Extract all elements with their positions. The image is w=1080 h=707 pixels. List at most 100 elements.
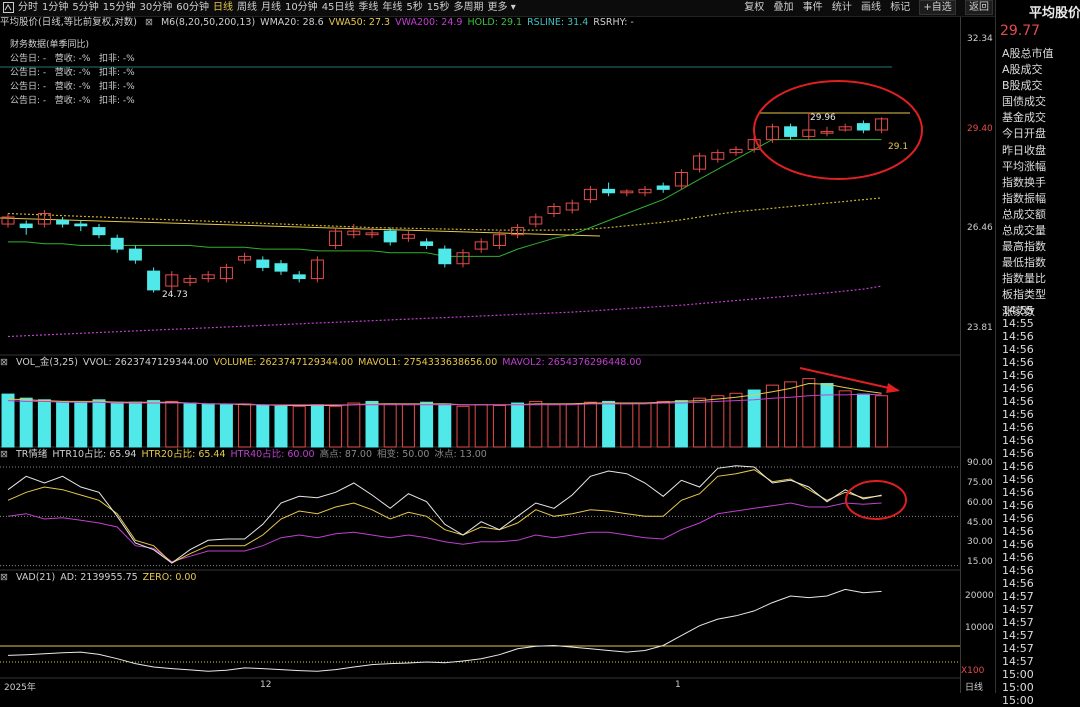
volume-bar: [438, 403, 452, 448]
indicator-value: RSRHY: -: [593, 17, 634, 28]
tick-time: 14:55: [1002, 317, 1034, 330]
volume-bar: [838, 390, 852, 448]
volume-bar: [147, 400, 161, 448]
tick-time: 14:56: [1002, 525, 1034, 538]
volume-bar: [638, 402, 652, 448]
tick-time: 14:56: [1002, 421, 1034, 434]
y-label-price: 32.34: [967, 34, 993, 44]
candle-body: [74, 223, 88, 227]
tick-time: 14:56: [1002, 408, 1034, 421]
volume-bar: [875, 395, 889, 448]
price-panel-header: 平均股价(日线,等比前复权,对数) ⊠ M6(8,20,50,200,13) WM…: [0, 17, 644, 29]
tick-times: 14:55 14:55 14:56 14:56 14:56 14:56 14:56 14:56…: [996, 304, 1080, 707]
tick-time: 14:56: [1002, 369, 1034, 382]
volume-bar: [110, 401, 124, 448]
indicator-value: 冰点: 13.00: [434, 449, 487, 460]
candle-body: [256, 259, 270, 268]
volume-bar: [656, 400, 670, 448]
x-label: 2025年: [4, 683, 36, 693]
low-label: 24.73: [162, 290, 188, 300]
candle-body: [56, 220, 70, 225]
current-price: 29.77: [1000, 23, 1041, 39]
quote-field-label: 最低指数: [1002, 256, 1046, 270]
quote-field-label: 最高指数: [1002, 240, 1046, 254]
volume-bar: [128, 401, 142, 448]
candle-body: [438, 248, 452, 265]
volume-bar: [365, 400, 379, 448]
kline-chart[interactable]: 29.96 24.73 29.1: [0, 0, 960, 693]
volume-bar: [620, 403, 634, 448]
indicator-value: VWA200: 24.9: [395, 17, 463, 28]
tick-time: 14:56: [1002, 564, 1034, 577]
volume-bar: [274, 405, 288, 448]
hold-line: [8, 139, 882, 257]
y-axis: 32.34 29.40 26.46 23.81 90.00 75.00 60.0…: [960, 17, 996, 693]
candle-body: [274, 263, 288, 272]
volume-panel-header: ⊠ VOL_金(3,25) VVOL: 2623747129344.00 VOLUM…: [0, 357, 651, 369]
volume-bar: [201, 403, 215, 448]
volume-bar: [765, 384, 779, 448]
htr10-line: [7, 465, 882, 564]
indicator-value: HOLD: 29.1: [467, 17, 523, 28]
volume-bar: [310, 404, 324, 448]
financial-data: 财务数据(单季同比) 公告日: - 营收: -% 扣非: -% 公告日: - 营收:…: [10, 38, 135, 108]
vad-close-icon[interactable]: ⊠: [0, 572, 8, 583]
volume-bar: [401, 404, 415, 448]
y-label-tr: 60.00: [967, 498, 993, 508]
quote-field-label: 指数换手: [1002, 175, 1046, 189]
tick-time: 14:57: [1002, 655, 1034, 668]
volume-bar: [547, 404, 561, 448]
hdr-close-icon[interactable]: ⊠: [145, 17, 153, 28]
tr-close-icon[interactable]: ⊠: [0, 449, 8, 460]
tick-time: 14:56: [1002, 356, 1034, 369]
volume-bar: [347, 402, 361, 448]
tick-time: 15:00: [1002, 681, 1034, 694]
vad-unit: X100: [961, 666, 985, 676]
volume-bar: [420, 401, 434, 448]
y-label-vad: 20000: [965, 591, 994, 601]
volume-bar: [583, 401, 597, 448]
index-name: 平均股价: [1028, 6, 1080, 21]
tick-time: 14:56: [1002, 486, 1034, 499]
tick-time: 14:56: [1002, 434, 1034, 447]
candle-body: [602, 188, 616, 194]
y-label-tr: 90.00: [967, 458, 993, 468]
indicator-value: HTR20占比: 65.44: [141, 449, 226, 460]
volume-bar: [711, 395, 725, 448]
back-button[interactable]: 返回: [965, 0, 993, 15]
vol-close-icon[interactable]: ⊠: [0, 357, 8, 368]
volume-bar: [183, 402, 197, 448]
volume-bar: [256, 404, 270, 448]
annotation-ellipse: [753, 80, 923, 180]
volume-bar: [37, 399, 51, 448]
tick-time: 14:56: [1002, 460, 1034, 473]
financial-row: 公告日: - 营收: -% 扣非: -%: [10, 96, 135, 106]
indicator-value: VOL_金(3,25): [16, 357, 78, 368]
indicator-value: HTR40占比: 60.00: [230, 449, 315, 460]
quote-field-label: 基金成交: [1002, 111, 1046, 125]
indicator-value: TR情绪: [16, 449, 48, 460]
indicator-value: RSLINE: 31.4: [527, 17, 589, 28]
financial-title: 财务数据(单季同比): [10, 40, 90, 50]
volume-bar: [74, 401, 88, 448]
quote-field-label: 平均涨幅: [1002, 159, 1046, 173]
indicator-value: VAD(21): [16, 572, 56, 583]
candle-body: [420, 241, 434, 246]
indicator-value: WMA20: 28.6: [260, 17, 324, 28]
indicator-value: AD: 2139955.75: [60, 572, 138, 583]
quote-field-label: A股总市值: [1002, 47, 1054, 60]
indicator-value: VWA50: 27.3: [328, 17, 391, 28]
x-label: 12: [260, 680, 272, 690]
long-ma-line: [0, 217, 601, 237]
volume-bar: [92, 399, 106, 448]
tick-time: 14:56: [1002, 499, 1034, 512]
tick-time: 15:00: [1002, 694, 1034, 707]
trend-arrow-head: [886, 383, 900, 393]
volume-bar: [856, 393, 870, 448]
indicator-value: MAVOL1: 2754333638656.00: [358, 357, 498, 368]
y-label-tr: 30.00: [967, 537, 993, 547]
volume-bar: [674, 400, 688, 448]
quote-field-label: 昨日收盘: [1002, 143, 1046, 157]
candle-body: [656, 185, 670, 190]
tick-time: 14:57: [1002, 629, 1034, 642]
